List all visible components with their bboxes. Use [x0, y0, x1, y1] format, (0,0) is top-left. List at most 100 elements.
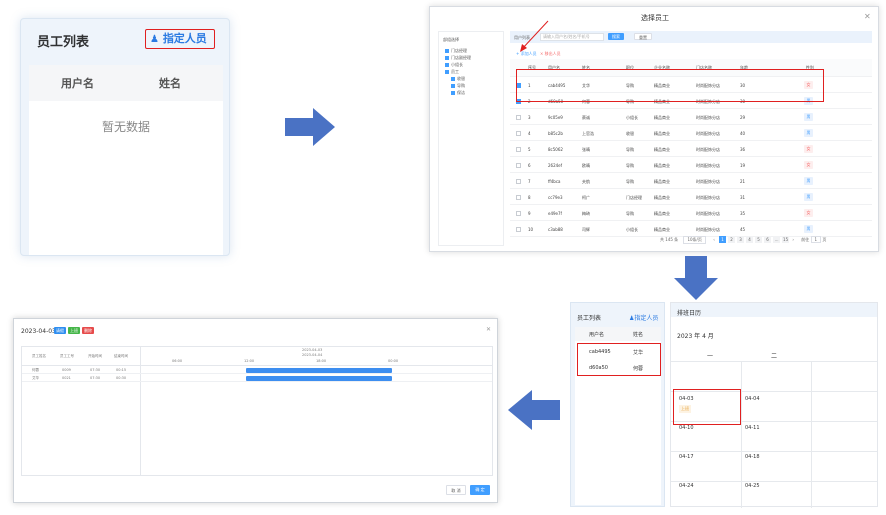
table-cell: 31 [740, 195, 746, 200]
table-cell: cc79e3 [548, 195, 563, 200]
reset-button[interactable]: 重置 [634, 33, 652, 40]
schedule-grid: 员工姓名 员工工号 开始时间 结束时间 2023-04-03 2023-04-0… [21, 346, 493, 476]
assign-staff-button[interactable]: ♟指定人员 [629, 313, 658, 322]
table-cell: 导购 [626, 211, 634, 216]
row-end: 00:30 [116, 376, 127, 380]
table-row[interactable]: 9 e49e7f 梅琦 导购 精品商业 时尚配饰分店 35 女 [510, 205, 872, 221]
table-cell: 小组长 [626, 115, 638, 120]
table-row[interactable]: 3 9c05e9 蔡诚 小组长 精品商业 时尚配饰分店 29 男 [510, 109, 872, 125]
selected-day-highlight [673, 389, 741, 425]
row-checkbox[interactable] [516, 211, 521, 216]
select-employee-dialog: 选择员工 ✕ 部组选择 门店经理 门店副经理 小组长 员工 收银 导购 保洁 用… [429, 6, 879, 252]
employee-list-panel: 员工列表 ♟ 指定人员 用户名 姓名 暂无数据 [20, 18, 230, 256]
calendar-day[interactable]: 04-25 [745, 483, 760, 489]
user-icon: ♟ [150, 34, 159, 45]
table-cell: 精品商业 [654, 147, 670, 152]
close-icon[interactable]: ✕ [864, 12, 871, 21]
prev-page-icon[interactable]: ‹ [713, 237, 715, 242]
page-number[interactable]: 1 [719, 236, 727, 243]
tree-item[interactable]: 小组长 [445, 62, 463, 68]
tree-item[interactable]: 门店副经理 [445, 55, 471, 61]
arrow-left-icon [508, 390, 560, 430]
assign-staff-button[interactable]: ♟ 指定人员 [145, 29, 215, 49]
shift-bar[interactable] [246, 376, 392, 381]
next-page-icon[interactable]: › [792, 237, 794, 242]
calendar-day[interactable]: 04-17 [679, 454, 694, 460]
tree-item[interactable]: 员工 [445, 69, 459, 75]
table-header: 用户名 姓名 [29, 65, 223, 101]
row-checkbox[interactable] [516, 179, 521, 184]
search-button[interactable]: 搜索 [608, 33, 624, 40]
page-number[interactable]: 15 [782, 236, 790, 243]
gender-badge: 女 [804, 145, 813, 153]
table-cell: 夫航 [582, 179, 590, 184]
table-cell: 时尚配饰分店 [696, 131, 720, 136]
row-checkbox[interactable] [516, 163, 521, 168]
table-row[interactable]: 10 c3ab88 司辉 小组长 精品商业 时尚配饰分店 45 男 [510, 221, 872, 237]
table-cell: 29 [740, 115, 746, 120]
calendar-day[interactable]: 04-10 [679, 425, 694, 431]
page-number[interactable]: 6 [764, 236, 772, 243]
close-icon[interactable]: ✕ [486, 326, 491, 333]
tree-item[interactable]: 导购 [451, 83, 465, 89]
row-start: 07:30 [90, 376, 101, 380]
table-cell: 45 [740, 227, 746, 232]
column-header: 结束时间 [114, 354, 128, 358]
leave-button[interactable]: 请假 [54, 327, 66, 334]
page-number[interactable]: 2 [728, 236, 736, 243]
page-number[interactable]: 3 [737, 236, 745, 243]
employee-list-panel: 员工列表 ♟指定人员 用户名 姓名 cab4495 艾华 d60a50 何蓉 [570, 302, 665, 507]
weekday-header: 二 [771, 353, 778, 360]
tree-item[interactable]: 收银 [451, 76, 465, 82]
table-cell: 收银 [626, 131, 634, 136]
tree-item[interactable]: 保洁 [451, 90, 465, 96]
calendar-day[interactable]: 04-18 [745, 454, 760, 460]
page-number[interactable]: 5 [755, 236, 763, 243]
table-cell: 36 [740, 147, 746, 152]
row-checkbox[interactable] [516, 131, 521, 136]
table-cell: 时尚配饰分店 [696, 195, 720, 200]
row-checkbox[interactable] [516, 227, 521, 232]
work-button[interactable]: 上班 [68, 327, 80, 334]
table-row[interactable]: 7 ff4bca 夫航 导购 精品商业 时尚配饰分店 21 男 [510, 173, 872, 189]
page-number[interactable]: 4 [746, 236, 754, 243]
table-cell: 9c05e9 [548, 115, 563, 120]
shift-bar[interactable] [246, 368, 392, 373]
column-name: 姓名 [633, 332, 644, 338]
row-start: 07:30 [90, 368, 101, 372]
tree-item[interactable]: 门店经理 [445, 48, 467, 54]
page-suffix: 页 [822, 237, 827, 242]
gender-badge: 女 [804, 209, 813, 217]
row-name: 何蓉 [32, 368, 39, 372]
pagination: 共 145 条 10条/页 ‹ 1 2 3 4 5 6... 15 › 前往 1 页 [660, 236, 826, 244]
page-number[interactable]: ... [773, 236, 781, 243]
table-cell: 司辉 [582, 227, 590, 232]
confirm-button[interactable]: 确 定 [470, 485, 490, 495]
table-cell: e49e7f [548, 211, 562, 216]
page-size-select[interactable]: 10条/页 [683, 236, 706, 244]
empty-text: 暂无数据 [101, 120, 150, 134]
calendar-day[interactable]: 04-24 [679, 483, 694, 489]
table-cell: 门店经理 [626, 195, 642, 200]
table-cell: 时尚配饰分店 [696, 163, 720, 168]
column-header: 员工工号 [60, 354, 74, 358]
total-count: 共 145 条 [660, 237, 679, 242]
table-cell: 4 [528, 131, 531, 136]
goto-input[interactable]: 1 [810, 236, 822, 243]
delete-button[interactable]: 删除 [82, 327, 94, 334]
table-cell: 精品商业 [654, 179, 670, 184]
cancel-button[interactable]: 取 消 [446, 485, 466, 495]
calendar-panel: 排班日历 2023 年 4 月 一 二 04-03 上班 04-04 04-10… [670, 302, 878, 508]
row-checkbox[interactable] [516, 115, 521, 120]
table-row[interactable]: 6 2624ef 欧晴 导购 精品商业 时尚配饰分店 19 女 [510, 157, 872, 173]
row-checkbox[interactable] [516, 147, 521, 152]
table-row[interactable]: 8 cc79e3 柯广 门店经理 精品商业 时尚配饰分店 31 男 [510, 189, 872, 205]
employee-picker: 用户列表 请输入用户名/姓名/手机号 搜索 重置 + 添加人员 × 移出人员 序… [510, 31, 872, 246]
column-username: 用户名 [589, 332, 605, 338]
table-row[interactable]: 5 8c5062 张晴 导购 精品商业 时尚配饰分店 36 女 [510, 141, 872, 157]
table-row[interactable]: 4 b85c2b 上官浩 收银 精品商业 时尚配饰分店 40 男 [510, 125, 872, 141]
calendar-day[interactable]: 04-11 [745, 425, 760, 431]
calendar-day[interactable]: 04-04 [745, 396, 760, 402]
column-name: 姓名 [159, 77, 181, 90]
row-checkbox[interactable] [516, 195, 521, 200]
